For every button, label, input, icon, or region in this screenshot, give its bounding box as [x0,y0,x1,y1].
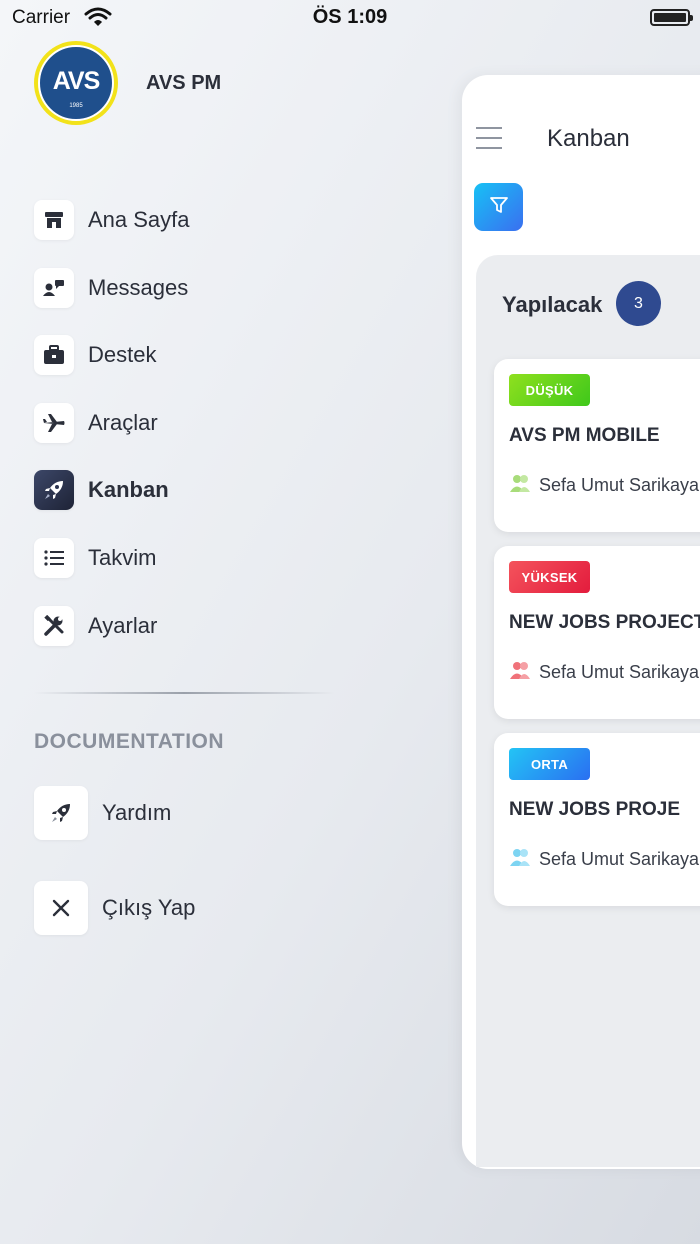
avs-logo: AVS 1985 [34,41,118,125]
close-icon [34,881,88,935]
menu-label: Yardım [102,800,172,825]
status-bar: Carrier ÖS 1:09 [0,0,700,36]
menu-item-takvim[interactable]: Takvim [34,537,334,579]
menu-label: Destek [88,342,157,367]
users-icon [509,473,531,498]
menu-item-yardim[interactable]: Yardım [34,786,334,840]
menu-label: Takvim [88,545,157,570]
menu-item-destek[interactable]: Destek [34,334,334,376]
rocket-icon [34,470,74,510]
priority-badge: DÜŞÜK [509,374,590,406]
card-assignee: Sefa Umut Sarikaya [509,660,699,685]
page-title: Kanban [547,125,630,152]
store-icon [34,200,74,240]
airplane-icon [34,403,74,443]
menu-item-messages[interactable]: Messages [34,267,334,309]
hamburger-menu-icon[interactable] [476,127,502,157]
column-title: Yapılacak [502,292,603,317]
kanban-card[interactable]: YÜKSEK NEW JOBS PROJECT Sefa Umut Sarika… [494,546,700,719]
battery-icon [650,9,693,26]
menu-divider [34,692,334,694]
priority-badge: YÜKSEK [509,561,590,593]
logout-button[interactable]: Çıkış Yap [34,881,334,935]
documentation-heading: DOCUMENTATION [34,730,225,753]
rocket-icon [34,786,88,840]
menu-item-araclar[interactable]: Araçlar [34,402,334,444]
menu-label: Ayarlar [88,613,158,638]
briefcase-icon [34,335,74,375]
menu-label: Kanban [88,477,169,502]
assignee-name: Sefa Umut Sarikaya [539,849,700,869]
menu-label: Çıkış Yap [102,895,196,920]
app-name: AVS PM [146,72,222,94]
users-icon [509,847,531,872]
menu-item-ana-sayfa[interactable]: Ana Sayfa [34,199,334,241]
logo-text: AVS [52,67,101,95]
card-title: NEW JOBS PROJECT [509,612,700,633]
clock: ÖS 1:09 [312,6,388,28]
assignee-name: Sefa Umut Sarikaya [539,662,700,682]
column-count-badge: 3 [616,281,661,326]
kanban-panel: Kanban Yapılacak 3 DÜŞÜK AVS PM MOBILE S… [462,75,700,1169]
kanban-card[interactable]: ORTA NEW JOBS PROJE Sefa Umut Sarikaya [494,733,700,906]
users-icon [509,660,531,685]
menu-item-kanban[interactable]: Kanban [34,469,334,511]
kanban-card[interactable]: DÜŞÜK AVS PM MOBILE Sefa Umut Sarikaya [494,359,700,532]
card-assignee: Sefa Umut Sarikaya [509,847,699,872]
user-message-icon [34,268,74,308]
assignee-name: Sefa Umut Sarikaya [539,475,700,495]
kanban-column-todo: Yapılacak 3 DÜŞÜK AVS PM MOBILE Sefa Umu… [476,255,700,1167]
card-title: AVS PM MOBILE [509,425,660,446]
logo-year: 1985 [69,103,83,109]
tools-icon [34,606,74,646]
menu-label: Ana Sayfa [88,207,190,232]
menu-label: Messages [88,275,189,300]
menu-item-ayarlar[interactable]: Ayarlar [34,605,334,647]
filter-button[interactable] [474,183,523,231]
card-assignee: Sefa Umut Sarikaya [509,473,699,498]
menu-label: Araçlar [88,410,158,435]
priority-badge: ORTA [509,748,590,780]
list-icon [34,538,74,578]
card-title: NEW JOBS PROJE [509,799,681,820]
filter-icon [489,195,509,220]
